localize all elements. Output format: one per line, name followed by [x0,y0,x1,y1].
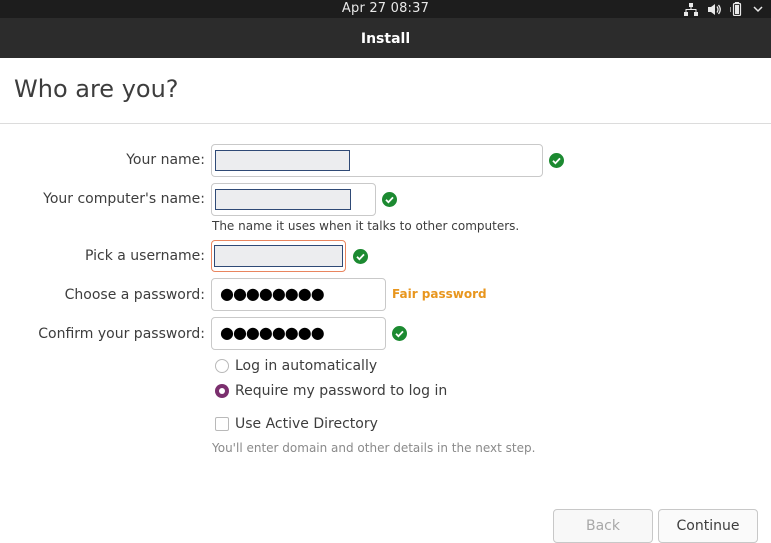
computer-name-label: Your computer's name: [43,191,205,207]
password-label: Choose a password: [64,287,205,303]
username-input-selection[interactable] [214,245,343,267]
system-tray[interactable] [684,0,763,18]
computer-name-valid-check-icon [382,192,397,207]
login-automatically-label[interactable]: Log in automatically [235,358,377,374]
active-directory-checkbox[interactable] [215,417,229,431]
name-label: Your name: [126,152,205,168]
active-directory-option[interactable]: Use Active Directory [215,416,378,432]
confirm-password-label: Confirm your password: [38,326,205,342]
system-top-bar: Apr 27 08:37 [0,0,771,18]
name-valid-check-icon [549,153,564,168]
battery-icon[interactable] [730,2,744,16]
confirm-password-masked-value: ●●●●●●●● [220,323,325,342]
confirm-password-field[interactable]: ●●●●●●●● [211,317,386,350]
name-field[interactable] [211,144,543,177]
active-directory-label[interactable]: Use Active Directory [235,416,378,432]
network-wired-icon[interactable] [684,2,698,16]
computer-name-field[interactable] [211,183,376,216]
chevron-down-icon[interactable] [753,4,763,14]
computer-name-hint: The name it uses when it talks to other … [212,219,520,233]
password-masked-value: ●●●●●●●● [220,284,325,303]
password-field[interactable]: ●●●●●●●● [211,278,386,311]
login-automatically-radio[interactable] [215,359,229,373]
require-password-label[interactable]: Require my password to log in [235,383,447,399]
name-input-selection[interactable] [215,150,350,171]
login-automatically-option[interactable]: Log in automatically [215,358,377,374]
divider [0,123,771,124]
require-password-radio[interactable] [215,384,229,398]
clock[interactable]: Apr 27 08:37 [0,0,771,17]
username-label: Pick a username: [84,248,205,264]
volume-icon[interactable] [707,3,721,16]
username-field[interactable] [211,240,346,272]
active-directory-hint: You'll enter domain and other details in… [212,441,536,455]
password-strength-label: Fair password [392,287,487,301]
page-title: Who are you? [14,75,179,103]
computer-name-input-selection[interactable] [215,189,351,210]
username-valid-check-icon [353,249,368,264]
window-title: Install [360,31,411,47]
require-password-option[interactable]: Require my password to log in [215,383,447,399]
confirm-password-valid-check-icon [392,326,407,341]
window-title-bar: Install [0,18,771,58]
